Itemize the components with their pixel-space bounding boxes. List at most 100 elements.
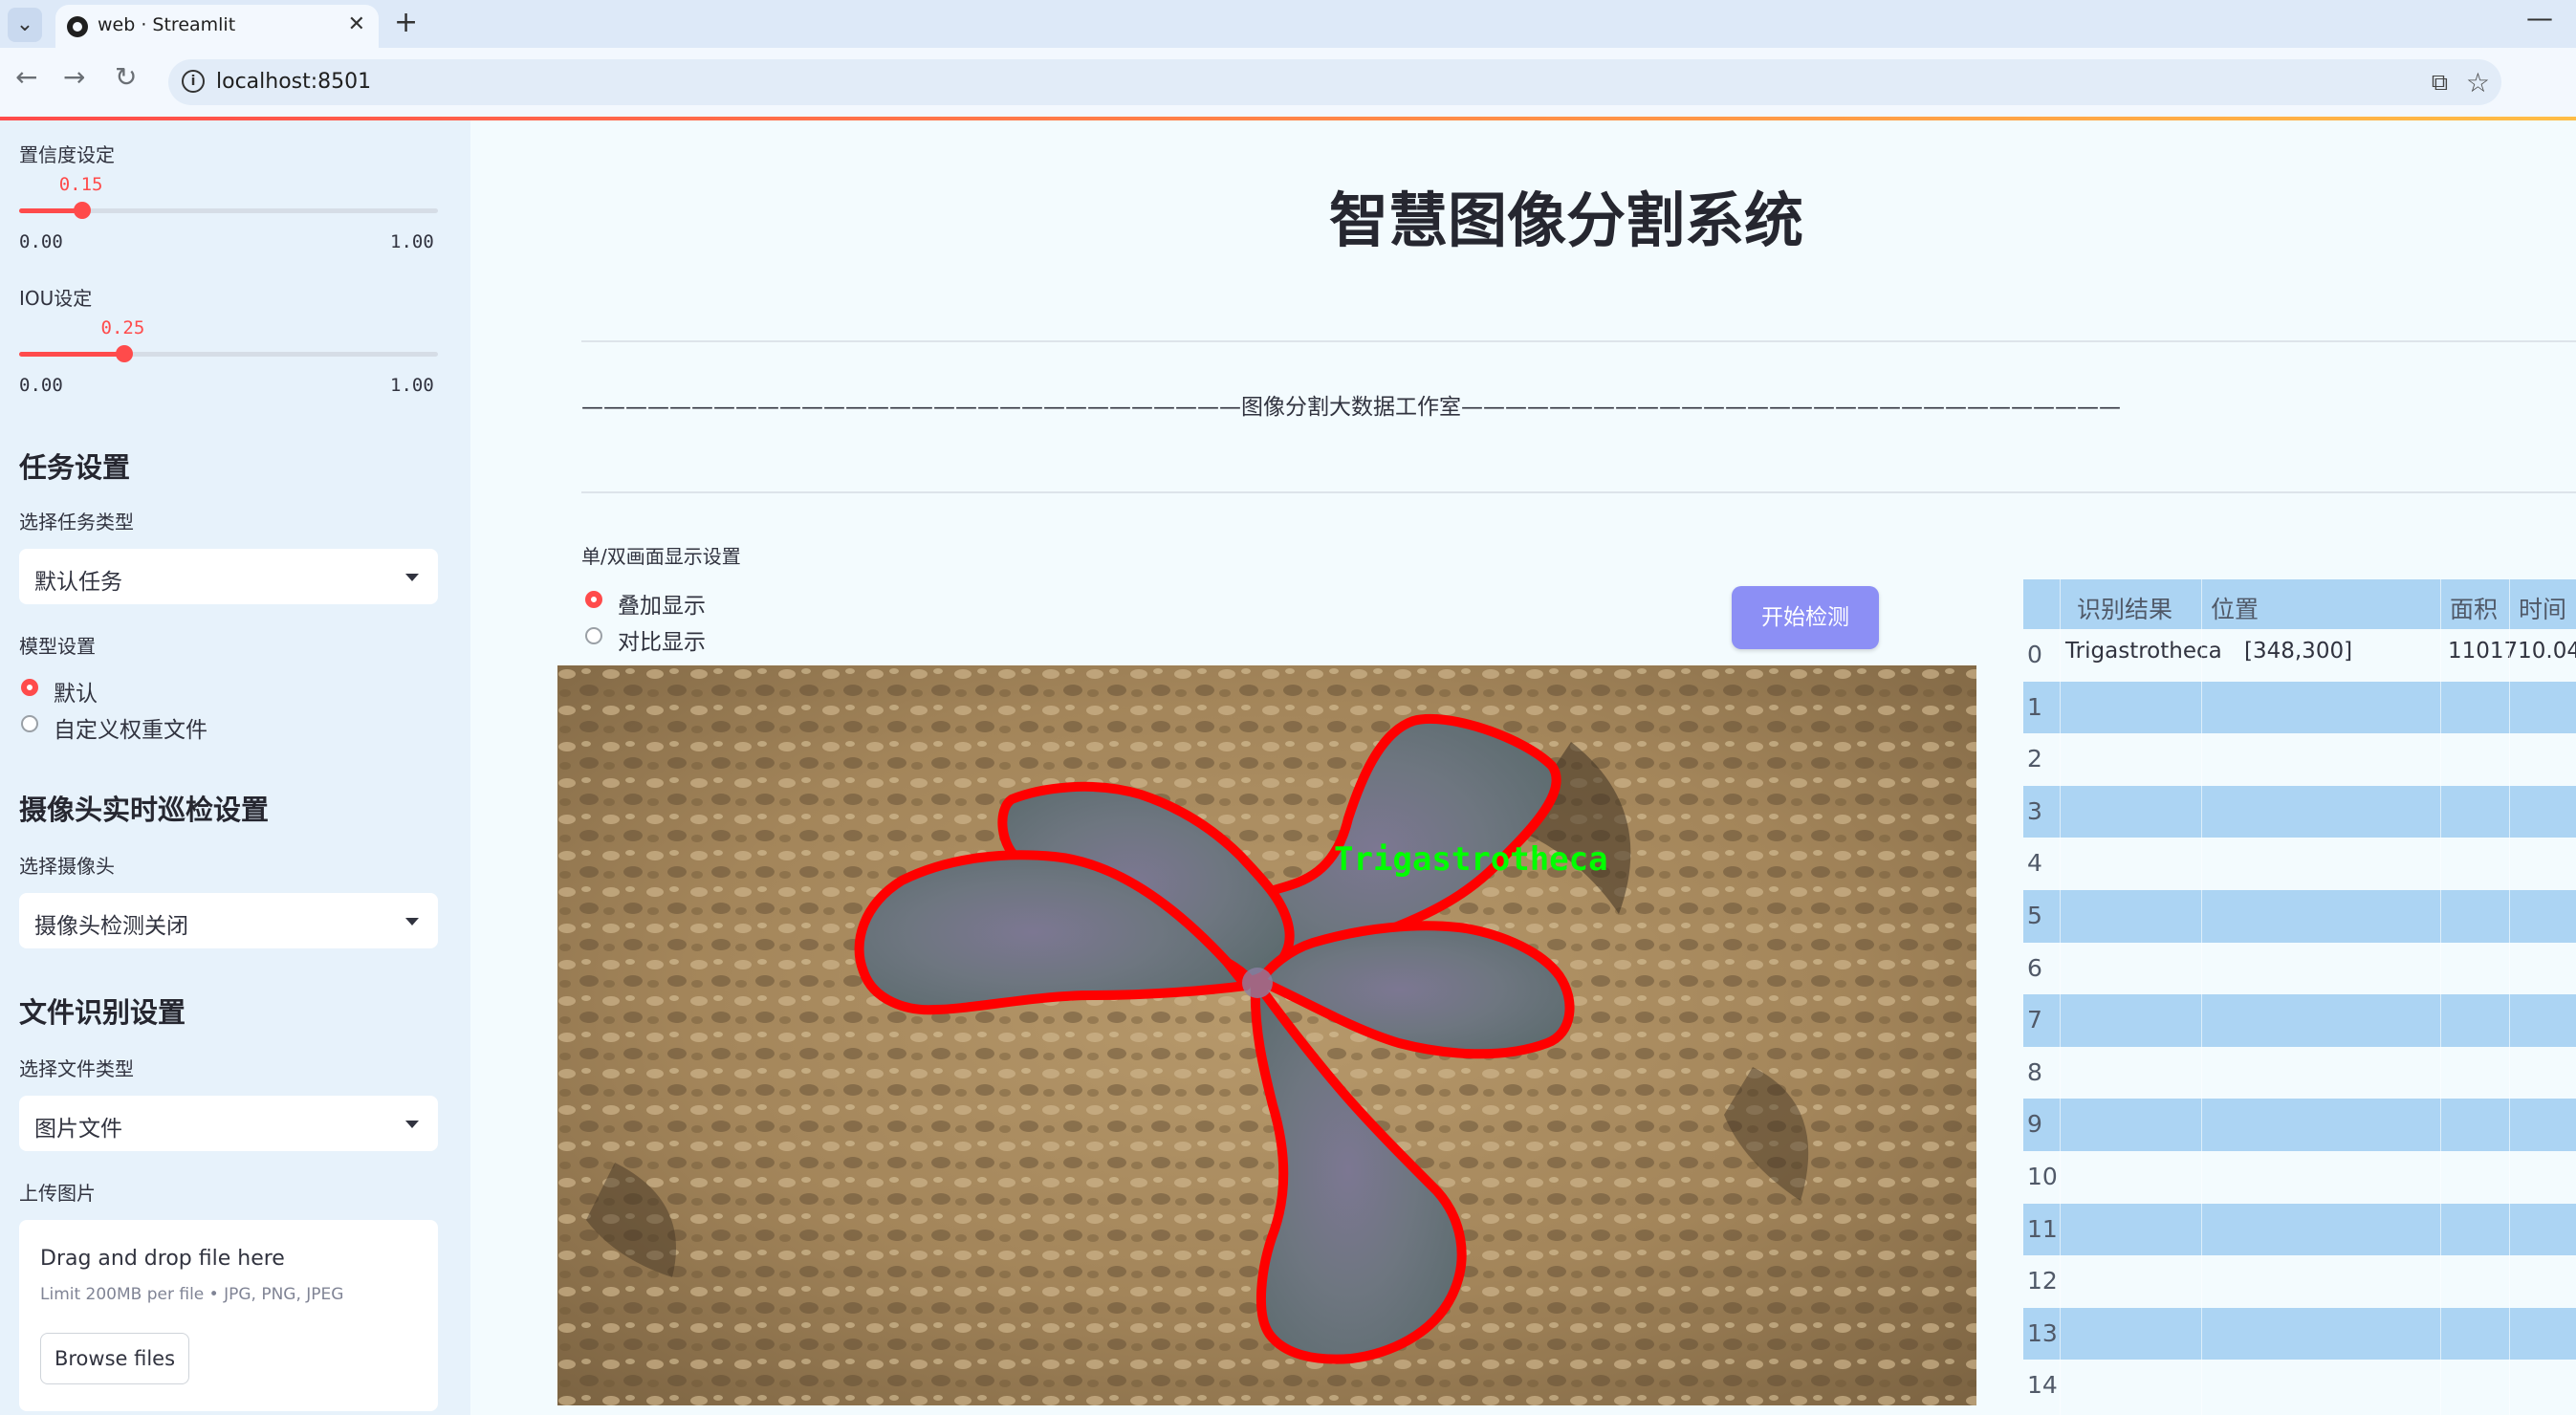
table-row[interactable]: 13 [2023,1307,2576,1361]
table-row[interactable]: 1 [2023,681,2576,734]
reload-icon[interactable]: ↻ [115,61,137,93]
iou-label: IOU设定 [19,287,93,310]
table-row[interactable]: 0 Trigastrotheca [348,300] 1101710.04 [2023,629,2576,682]
table-row[interactable]: 3 [2023,785,2576,838]
upload-label: 上传图片 [19,1182,96,1205]
camera-settings-header: 摄像头实时巡检设置 [19,794,270,826]
url-text[interactable]: localhost:8501 [216,70,371,94]
browse-files-button[interactable]: Browse files [40,1333,189,1384]
row-index: 13 [2027,1318,2058,1347]
table-row[interactable]: 5 [2023,890,2576,943]
streamlit-favicon-icon [67,16,88,37]
table-row[interactable]: 6 [2023,942,2576,995]
dropzone-title: Drag and drop file here [40,1247,285,1271]
divider [581,491,2576,493]
column-divider [2440,579,2441,1415]
table-row[interactable]: 9 [2023,1099,2576,1151]
cell-result: Trigastrotheca [2065,639,2222,664]
row-index: 0 [2027,641,2042,668]
table-row[interactable]: 10 [2023,1151,2576,1204]
file-settings-header: 文件识别设置 [19,996,186,1029]
iou-slider[interactable] [19,345,438,362]
display-option-label: 对比显示 [618,630,706,655]
divider [581,340,2576,342]
iou-min: 0.00 [19,375,63,396]
iou-slider-fill [19,352,124,357]
plant-center [1242,968,1273,998]
tab-title: web · Streamlit [98,14,236,35]
file-type-select[interactable]: 图片文件 [19,1096,438,1151]
row-index: 1 [2027,692,2042,721]
browser-tab[interactable]: web · Streamlit ✕ [55,5,379,48]
sidebar: 置信度设定 0.15 0.00 1.00 IOU设定 0.25 0.00 1.0… [0,120,470,1415]
table-row[interactable]: 11 [2023,1203,2576,1256]
close-icon[interactable]: ✕ [348,12,365,36]
table-row[interactable]: 2 [2023,733,2576,786]
column-header-area[interactable]: 面积 [2450,591,2498,625]
table-header-row: 识别结果 位置 面积 时间 [2023,579,2576,629]
model-settings-label: 模型设置 [19,635,96,658]
table-row[interactable]: 4 [2023,838,2576,890]
row-index: 7 [2027,1006,2042,1034]
translate-icon[interactable]: ⧉ [2432,69,2448,96]
row-index: 5 [2027,902,2042,929]
new-tab-plus-icon[interactable]: + [394,6,418,39]
table-row[interactable]: 7 [2023,994,2576,1047]
column-header-position[interactable]: 位置 [2211,591,2259,625]
confidence-slider-fill [19,208,82,213]
minimize-icon[interactable]: — [2526,2,2553,33]
display-mode-label: 单/双画面显示设置 [581,545,741,568]
radio-unselected-icon[interactable] [585,627,602,644]
iou-slider-thumb[interactable] [115,345,133,362]
row-index: 12 [2027,1267,2058,1295]
radio-unselected-icon[interactable] [21,715,38,732]
iou-value: 0.25 [100,317,145,338]
address-bar-row: ← → ↻ i localhost:8501 ⧉ ☆ [0,48,2576,117]
confidence-value: 0.15 [58,174,103,195]
table-row[interactable]: 12 [2023,1255,2576,1308]
confidence-min: 0.00 [19,231,63,252]
caret-down-icon [405,918,419,925]
tab-list-chevron-icon[interactable]: ⌄ [8,8,42,42]
column-header-time[interactable]: 时间 [2519,591,2566,625]
back-arrow-icon[interactable]: ← [15,61,37,93]
file-dropzone[interactable]: Drag and drop file here Limit 200MB per … [19,1220,438,1411]
column-header-result[interactable]: 识别结果 [2077,591,2172,625]
row-index: 11 [2027,1214,2058,1243]
file-type-value: 图片文件 [34,1117,122,1142]
url-field[interactable]: i localhost:8501 ⧉ ☆ [168,59,2501,105]
model-option-label: 默认 [54,682,98,707]
confidence-slider[interactable] [19,202,438,219]
page-title: 智慧图像分割系统 [1329,185,1804,255]
file-type-label: 选择文件类型 [19,1057,134,1080]
camera-select-label: 选择摄像头 [19,855,115,878]
segmentation-result-image: Trigastrotheca [557,665,1976,1405]
row-index: 14 [2027,1371,2058,1400]
table-row[interactable]: 14 [2023,1360,2576,1412]
row-index: 4 [2027,849,2042,878]
caret-down-icon [405,574,419,581]
site-info-icon[interactable]: i [182,70,205,93]
task-type-select[interactable]: 默认任务 [19,549,438,604]
confidence-slider-thumb[interactable] [73,202,91,219]
radio-selected-icon[interactable] [21,679,38,696]
column-divider [2060,579,2061,1415]
task-settings-header: 任务设置 [19,451,131,484]
detection-label: Trigastrotheca [1334,840,1608,879]
start-detection-button[interactable]: 开始检测 [1732,586,1879,649]
table-row[interactable]: 8 [2023,1046,2576,1099]
cell-position: [348,300] [2244,639,2353,664]
studio-banner: ——————————————————————————————图像分割大数据工作室… [581,395,2121,420]
display-option-label: 叠加显示 [618,594,706,619]
camera-select[interactable]: 摄像头检测关闭 [19,893,438,948]
results-table[interactable]: 识别结果 位置 面积 时间 0 Trigastrotheca [348,300] 11… [2023,579,2576,1415]
cell-area: 1101710.04 [2448,639,2576,664]
model-option-label: 自定义权重文件 [54,718,207,743]
row-index: 6 [2027,953,2042,982]
bookmark-star-icon[interactable]: ☆ [2466,67,2490,98]
browser-tab-bar: ⌄ web · Streamlit ✕ + — [0,0,2576,48]
confidence-label: 置信度设定 [19,143,115,166]
dropzone-limit: Limit 200MB per file • JPG, PNG, JPEG [40,1285,344,1304]
forward-arrow-icon[interactable]: → [63,61,85,93]
radio-selected-icon[interactable] [585,591,602,608]
